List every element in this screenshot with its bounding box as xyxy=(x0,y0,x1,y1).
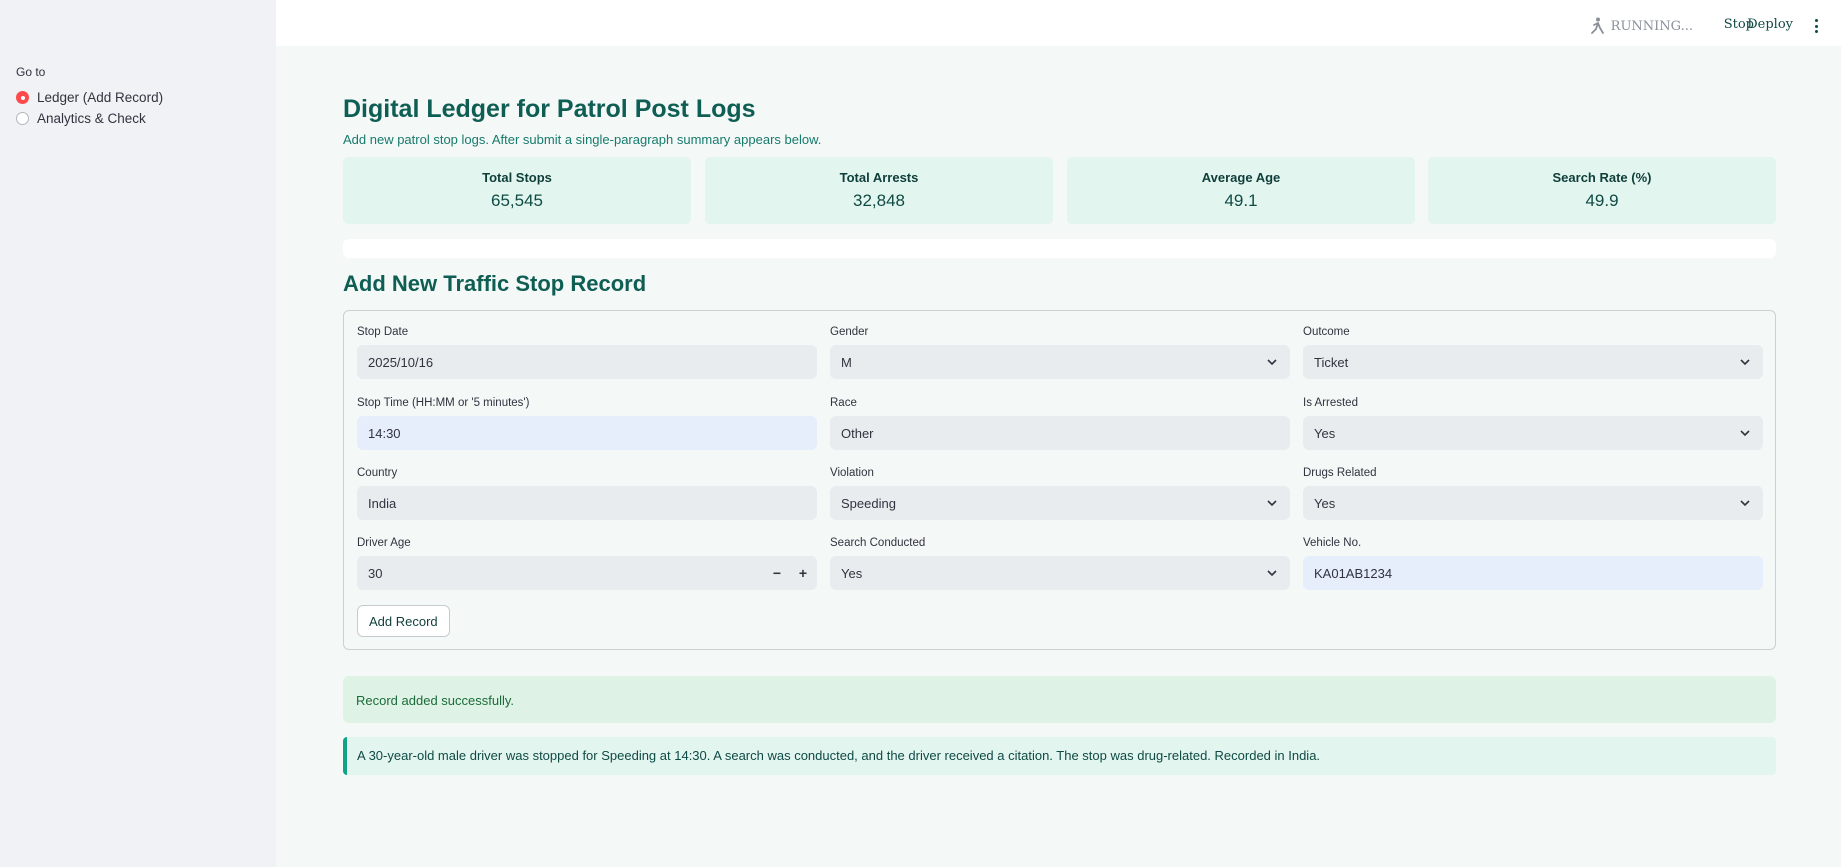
metric-average-age: Average Age 49.1 xyxy=(1067,157,1415,224)
field-value: India xyxy=(368,495,397,511)
metric-label: Total Arrests xyxy=(839,170,919,185)
field-value: 30 xyxy=(368,565,383,581)
chevron-down-icon xyxy=(1740,430,1750,437)
metric-label: Average Age xyxy=(1201,170,1281,185)
field-value: Ticket xyxy=(1314,354,1349,370)
add-record-button[interactable]: Add Record xyxy=(357,605,450,637)
page-subtitle: Add new patrol stop logs. After submit a… xyxy=(343,132,822,147)
success-alert: Record added successfully. xyxy=(343,676,1776,723)
field-label: Gender xyxy=(830,326,869,338)
gender-select[interactable]: M xyxy=(830,345,1290,379)
violation-field: Violation Speeding xyxy=(830,467,1290,520)
field-value: KA01AB1234 xyxy=(1314,565,1393,581)
field-label: Country xyxy=(357,467,398,479)
chevron-down-icon xyxy=(1267,359,1277,366)
metric-search-rate: Search Rate (%) 49.9 xyxy=(1428,157,1776,224)
metric-label: Total Stops xyxy=(482,170,552,185)
running-status: RUNNING... xyxy=(1589,17,1693,35)
field-label: Driver Age xyxy=(357,537,411,549)
add-record-form: Stop Date 2025/10/16 Stop Time (HH:MM or… xyxy=(343,310,1776,650)
field-label: Drugs Related xyxy=(1303,467,1377,479)
is-arrested-field: Is Arrested Yes xyxy=(1303,397,1763,450)
status-text: RUNNING... xyxy=(1610,18,1693,34)
field-label: Outcome xyxy=(1303,326,1350,338)
race-field: Race Other xyxy=(830,397,1290,450)
radio-label: Ledger (Add Record) xyxy=(37,90,164,105)
form-title: Add New Traffic Stop Record xyxy=(343,271,647,296)
driver-age-field: Driver Age 30 − + xyxy=(357,537,817,590)
search-conducted-field: Search Conducted Yes xyxy=(830,537,1290,590)
drugs-related-field: Drugs Related Yes xyxy=(1303,467,1763,520)
vehicle-no-field: Vehicle No. KA01AB1234 xyxy=(1303,537,1763,590)
chevron-down-icon xyxy=(1267,500,1277,507)
field-value: Yes xyxy=(1314,425,1336,441)
running-icon xyxy=(1590,17,1604,34)
is-arrested-select[interactable]: Yes xyxy=(1303,416,1763,450)
top-toolbar: RUNNING... Stop Deploy xyxy=(276,0,1841,46)
metric-value: 49.9 xyxy=(1585,191,1619,210)
metric-label: Search Rate (%) xyxy=(1552,170,1652,185)
metric-value: 49.1 xyxy=(1224,191,1258,210)
chevron-down-icon xyxy=(1740,359,1750,366)
metric-total-stops: Total Stops 65,545 xyxy=(343,157,691,224)
chevron-down-icon xyxy=(1740,500,1750,507)
decrement-button[interactable]: − xyxy=(773,565,781,581)
goto-label: Go to xyxy=(16,65,46,79)
radio-selected-icon[interactable] xyxy=(16,91,29,104)
country-field: Country India xyxy=(357,467,817,520)
field-label: Violation xyxy=(830,467,874,479)
metric-value: 32,848 xyxy=(853,191,905,210)
deploy-button[interactable]: Deploy xyxy=(1747,17,1793,32)
stop-time-input[interactable]: 14:30 xyxy=(357,416,817,450)
field-value: Yes xyxy=(1314,495,1336,511)
field-label: Race xyxy=(830,397,857,409)
field-label: Is Arrested xyxy=(1303,397,1358,409)
field-label: Vehicle No. xyxy=(1303,537,1362,549)
stop-date-field: Stop Date 2025/10/16 xyxy=(357,326,817,379)
field-label: Search Conducted xyxy=(830,537,926,549)
sidebar: Go to Ledger (Add Record) Analytics & Ch… xyxy=(0,0,276,867)
race-input[interactable]: Other xyxy=(830,416,1290,450)
country-input[interactable]: India xyxy=(357,486,817,520)
increment-button[interactable]: + xyxy=(799,565,807,581)
summary-callout: A 30-year-old male driver was stopped fo… xyxy=(343,737,1776,775)
metric-total-arrests: Total Arrests 32,848 xyxy=(705,157,1053,224)
field-value: Other xyxy=(841,425,874,441)
chevron-down-icon xyxy=(1267,570,1277,577)
metric-value: 65,545 xyxy=(491,191,543,210)
radio-ledger-add-record[interactable]: Ledger (Add Record) xyxy=(16,90,163,105)
field-value: Yes xyxy=(841,565,863,581)
field-label: Stop Date xyxy=(357,326,409,338)
vehicle-no-input[interactable]: KA01AB1234 xyxy=(1303,556,1763,590)
driver-age-stepper[interactable]: 30 − + xyxy=(357,556,817,590)
violation-select[interactable]: Speeding xyxy=(830,486,1290,520)
page-title: Digital Ledger for Patrol Post Logs xyxy=(343,95,756,123)
stop-date-input[interactable]: 2025/10/16 xyxy=(357,345,817,379)
radio-analytics-check[interactable]: Analytics & Check xyxy=(16,111,146,126)
gender-field: Gender M xyxy=(830,326,1290,379)
radio-unselected-icon[interactable] xyxy=(16,112,29,125)
field-value: 14:30 xyxy=(368,425,401,441)
field-value: 2025/10/16 xyxy=(368,354,434,370)
field-value: M xyxy=(841,354,852,370)
radio-label: Analytics & Check xyxy=(37,111,146,126)
outcome-select[interactable]: Ticket xyxy=(1303,345,1763,379)
divider xyxy=(343,239,1776,258)
stop-time-field: Stop Time (HH:MM or '5 minutes') 14:30 xyxy=(357,397,817,450)
drugs-related-select[interactable]: Yes xyxy=(1303,486,1763,520)
search-conducted-select[interactable]: Yes xyxy=(830,556,1290,590)
kebab-menu-icon[interactable] xyxy=(1815,19,1819,36)
outcome-field: Outcome Ticket xyxy=(1303,326,1763,379)
field-label: Stop Time (HH:MM or '5 minutes') xyxy=(357,397,530,409)
field-value: Speeding xyxy=(841,495,896,511)
